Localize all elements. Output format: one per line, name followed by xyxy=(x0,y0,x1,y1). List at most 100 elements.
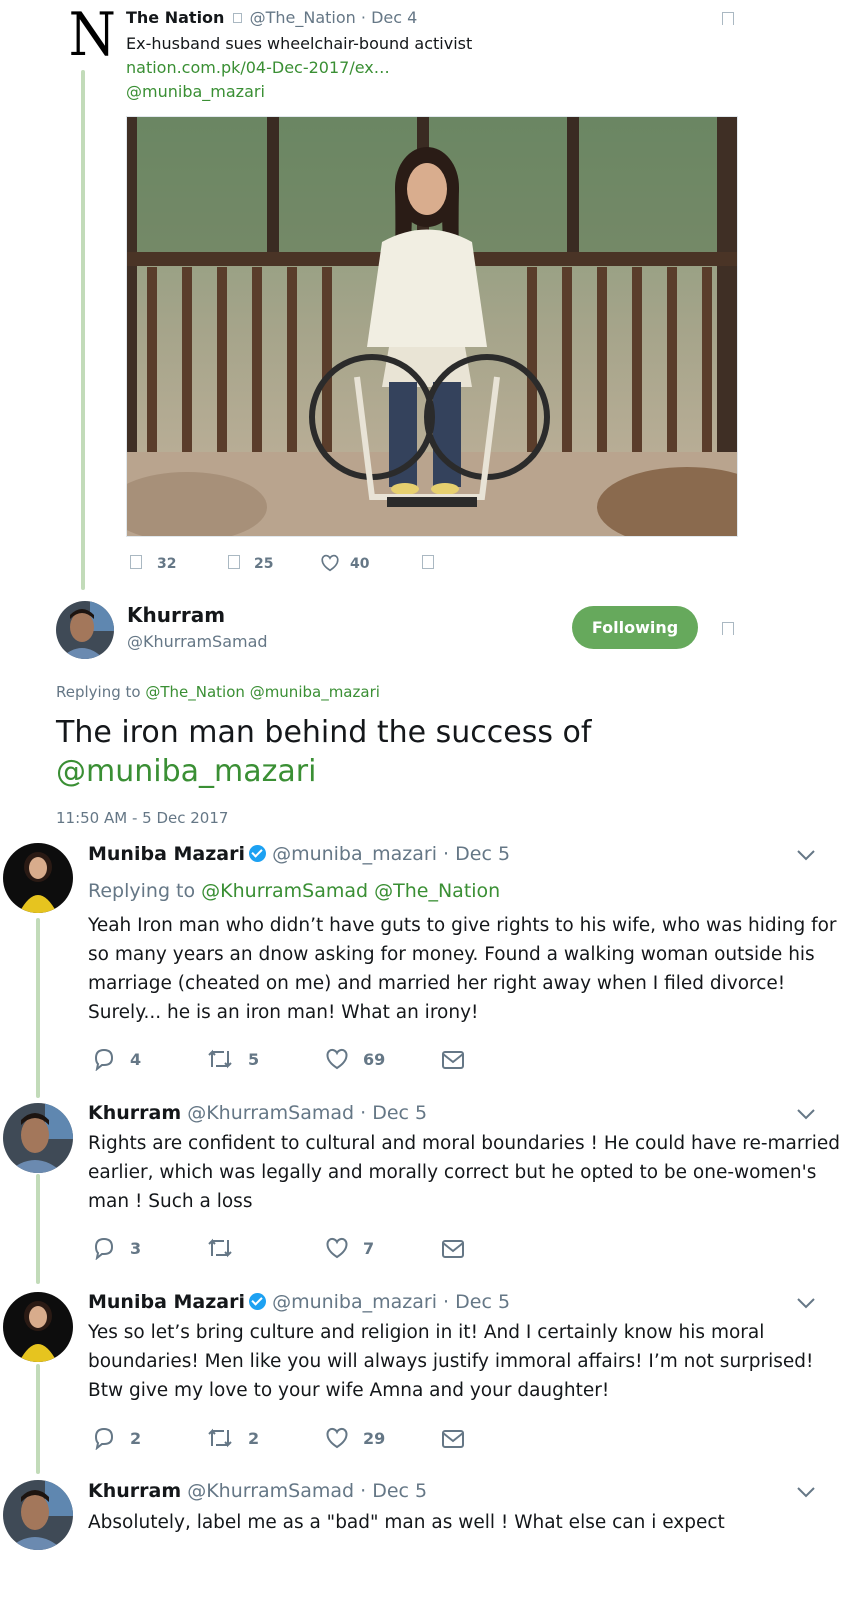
reply-date[interactable]: Dec 5 xyxy=(455,1291,510,1313)
thread-line xyxy=(36,1174,40,1284)
reply-icon xyxy=(94,1237,114,1260)
like-count: 29 xyxy=(363,1428,386,1448)
like-action[interactable]: 69 xyxy=(325,1048,385,1070)
khurram-avatar-illustration xyxy=(3,1480,73,1550)
thread-line xyxy=(36,1364,40,1474)
heart-icon xyxy=(326,1427,348,1449)
reply-author-name[interactable]: Khurram xyxy=(88,1102,181,1124)
retweet-icon xyxy=(208,1049,232,1069)
reply-author-handle[interactable]: @muniba_mazari xyxy=(272,1291,437,1313)
like-count: 69 xyxy=(363,1049,386,1069)
quoted-link[interactable]: nation.com.pk/04-Dec-2017/ex… xyxy=(126,58,390,77)
avatar[interactable] xyxy=(3,1480,73,1550)
reply-text-line: Yes so let’s bring culture and religion … xyxy=(88,1322,765,1343)
retweet-action[interactable] xyxy=(206,1236,248,1260)
heart-icon xyxy=(326,1048,348,1070)
reply-action[interactable]: 3 xyxy=(92,1236,141,1260)
reply-author-handle[interactable]: @KhurramSamad xyxy=(187,1102,354,1124)
like-count: 7 xyxy=(363,1238,375,1258)
avatar[interactable] xyxy=(3,1292,73,1362)
reply-text-line: Yeah Iron man who didn’t have guts to gi… xyxy=(88,915,837,936)
reply-text-line: boundaries! Men like you will always jus… xyxy=(88,1351,814,1372)
reply-author-handle[interactable]: @muniba_mazari xyxy=(272,843,437,865)
reply-author-handle[interactable]: @KhurramSamad xyxy=(187,1480,354,1502)
replying-prefix: Replying to xyxy=(56,683,141,701)
reply-date[interactable]: Dec 5 xyxy=(372,1102,427,1124)
retweet-action[interactable]: 5 xyxy=(206,1047,259,1071)
reply-author-name[interactable]: Muniba Mazari xyxy=(88,843,245,865)
envelope-icon[interactable] xyxy=(441,1429,465,1449)
quoted-retweet-count: 25 xyxy=(254,556,274,572)
heart-icon[interactable] xyxy=(320,554,340,572)
reply-text-line: so many years an dnow asking for money. … xyxy=(88,944,815,965)
reply-action[interactable]: 4 xyxy=(92,1047,141,1071)
reply-text-line: Btw give my love to your wife Amna and y… xyxy=(88,1380,610,1401)
khurram-avatar-illustration xyxy=(3,1103,73,1173)
photo-illustration xyxy=(127,117,737,536)
chevron-down-icon[interactable] xyxy=(796,1486,816,1498)
chevron-down-icon[interactable] xyxy=(796,849,816,861)
quoted-text: Ex-husband sues wheelchair-bound activis… xyxy=(126,34,473,53)
heart-icon xyxy=(326,1237,348,1259)
envelope-icon[interactable] xyxy=(441,1050,465,1070)
replying-to-link[interactable]: @The_Nation xyxy=(374,880,500,902)
quoted-date[interactable]: Dec 4 xyxy=(371,8,417,27)
replying-to-link[interactable]: @The_Nation xyxy=(145,683,245,701)
reply-header: Khurram @KhurramSamad · Dec 5 xyxy=(88,1480,427,1502)
reply-icon[interactable] xyxy=(130,555,142,569)
replying-to-link[interactable]: @KhurramSamad xyxy=(201,880,368,902)
quoted-reply-count: 32 xyxy=(157,556,177,572)
bookmark-icon[interactable] xyxy=(722,12,734,25)
reply-text-line: marriage (cheated on me) and married her… xyxy=(88,973,786,994)
avatar[interactable] xyxy=(3,843,73,913)
quoted-author-handle[interactable]: @The_Nation xyxy=(250,8,356,27)
like-action[interactable]: 7 xyxy=(325,1237,374,1259)
chevron-down-icon[interactable] xyxy=(796,1297,816,1309)
main-tweet-mention[interactable]: @muniba_mazari xyxy=(56,754,316,789)
reply-text-line: man ! Such a loss xyxy=(88,1191,253,1212)
reply-icon xyxy=(94,1048,114,1071)
thread-line xyxy=(36,918,40,1098)
quoted-header: The Nation @The_Nation · Dec 4 xyxy=(126,8,417,27)
retweet-count: 2 xyxy=(248,1428,260,1448)
following-button[interactable]: Following xyxy=(572,606,698,649)
reply-author-name[interactable]: Khurram xyxy=(88,1480,181,1502)
reply-date[interactable]: Dec 5 xyxy=(372,1480,427,1502)
reply-action[interactable]: 2 xyxy=(92,1426,141,1450)
avatar[interactable] xyxy=(3,1103,73,1173)
reply-count: 4 xyxy=(130,1049,142,1069)
envelope-icon[interactable] xyxy=(422,555,434,569)
quoted-author-name[interactable]: The Nation xyxy=(126,8,224,27)
reply-date[interactable]: Dec 5 xyxy=(455,843,510,865)
the-nation-logo[interactable]: N xyxy=(66,0,116,70)
reply-sep: · xyxy=(443,843,450,865)
quoted-mention[interactable]: @muniba_mazari xyxy=(126,82,265,101)
main-author-handle[interactable]: @KhurramSamad xyxy=(127,632,268,651)
logo-letter: N xyxy=(68,0,116,70)
envelope-icon[interactable] xyxy=(441,1239,465,1259)
reply-sep: · xyxy=(360,1480,367,1502)
reply-replying-to: Replying to @KhurramSamad @The_Nation xyxy=(88,880,500,902)
retweet-action[interactable]: 2 xyxy=(206,1426,259,1450)
retweet-icon[interactable] xyxy=(228,555,240,569)
reply-text-line: Absolutely, label me as a "bad" man as w… xyxy=(88,1512,725,1533)
main-timestamp[interactable]: 11:50 AM - 5 Dec 2017 xyxy=(56,809,228,827)
tweet-photo[interactable] xyxy=(126,116,738,537)
retweet-icon xyxy=(208,1428,232,1448)
bookmark-icon[interactable] xyxy=(722,622,734,635)
reply-text-line: Rights are confident to cultural and mor… xyxy=(88,1133,841,1154)
reply-author-name[interactable]: Muniba Mazari xyxy=(88,1291,245,1313)
reply-sep: · xyxy=(443,1291,450,1313)
chevron-down-icon[interactable] xyxy=(796,1108,816,1120)
replying-to-link[interactable]: @muniba_mazari xyxy=(250,683,380,701)
like-action[interactable]: 29 xyxy=(325,1427,385,1449)
avatar[interactable] xyxy=(56,601,114,659)
main-author-name[interactable]: Khurram xyxy=(127,603,225,627)
main-tweet-text: The iron man behind the success of xyxy=(56,715,592,750)
reply-icon xyxy=(94,1427,114,1450)
muniba-avatar-illustration xyxy=(3,1292,73,1362)
reply-count: 3 xyxy=(130,1238,142,1258)
reply-header: Khurram @KhurramSamad · Dec 5 xyxy=(88,1102,427,1124)
retweet-count: 5 xyxy=(248,1049,260,1069)
reply-text-line: earlier, which was legally and morally c… xyxy=(88,1162,817,1183)
